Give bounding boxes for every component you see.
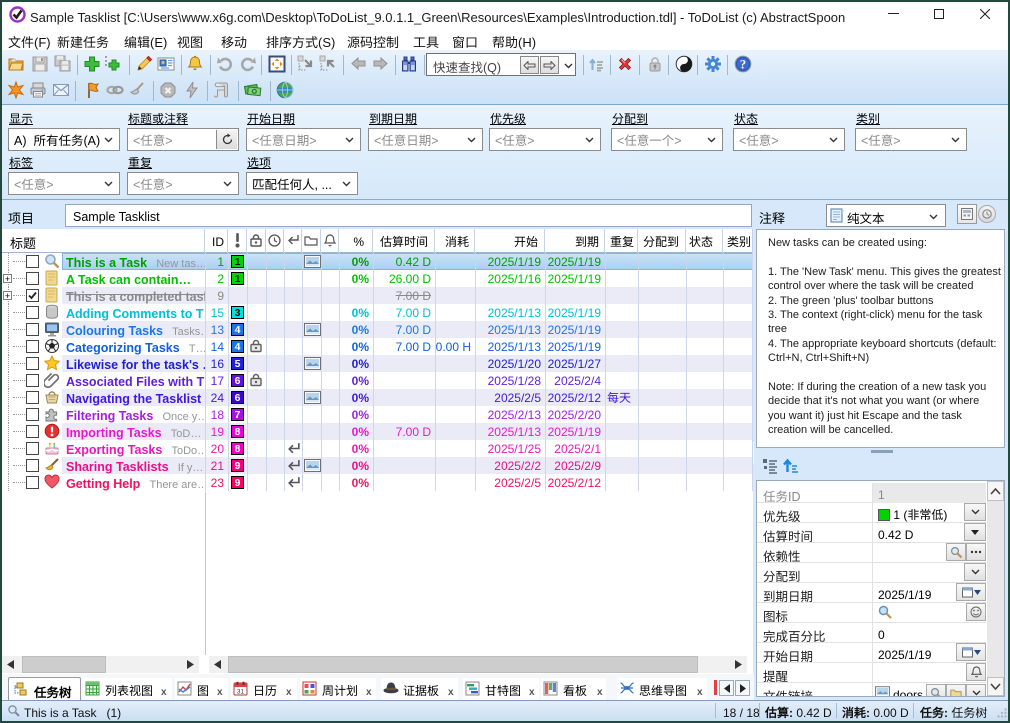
svg-text:?: ? xyxy=(740,58,746,72)
svg-text:31: 31 xyxy=(237,689,245,696)
